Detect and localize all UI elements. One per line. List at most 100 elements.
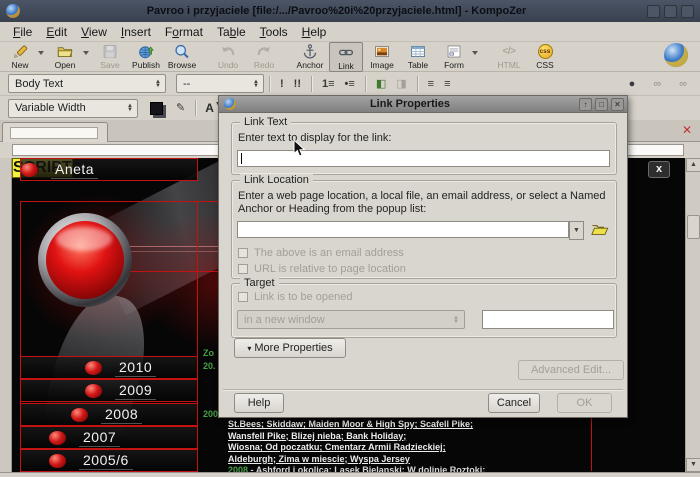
red-bullet-icon [85,361,102,375]
text-color-swatch-icon[interactable] [150,102,163,115]
tab-close-icon[interactable]: ✕ [682,123,692,137]
menu-item[interactable]: Help [295,23,334,41]
scroll-up-icon[interactable]: ▲ [686,158,700,172]
redo-icon [255,43,273,60]
css-button[interactable]: css CSS [528,43,562,70]
maximize-icon[interactable] [664,5,677,18]
year-label: 2010 [115,359,156,377]
align-left-icon[interactable]: ≡ [428,75,434,93]
indent-icon[interactable]: ◨ [396,75,406,93]
menu-item[interactable]: File [6,23,39,41]
form-button[interactable]: Form [437,43,471,70]
strong-emphasis-icon[interactable]: !! [294,75,301,93]
menu-item[interactable]: Format [158,23,210,41]
email-checkbox-label: The above is an email address [254,247,404,259]
green-heading-fragment: 20. [203,361,216,371]
image-button[interactable]: Image [365,43,399,70]
close-icon[interactable] [681,5,694,18]
scrollbar-thumb[interactable] [687,215,700,239]
advanced-edit-button[interactable]: Advanced Edit... [518,360,624,380]
trip-link-last-line[interactable]: 2008 - Ashford i okolica; Lasek Bielansk… [228,465,485,472]
html-source-button[interactable]: </> HTML [492,43,526,70]
new-document-icon [11,43,29,60]
year-menu-row[interactable]: 2007 [20,426,198,449]
highlighter-icon[interactable]: ✎ [176,99,185,117]
trip-link-line[interactable]: St.Bees; Skiddaw; Maiden Moor & High Spy… [228,419,590,431]
red-bullet-icon [71,408,88,422]
checkbox-icon[interactable] [238,292,248,302]
link-location-input[interactable] [237,221,569,238]
year-menu-row[interactable]: 2008 [20,403,198,426]
year-label: 2005/6 [79,452,133,470]
absolute-position-icon[interactable]: ● [629,75,636,93]
emphasis-icon[interactable]: ! [280,75,284,93]
redo-button[interactable]: Redo [247,43,281,70]
dialog-app-icon [224,98,236,110]
dialog-shade-icon[interactable]: ↑ [579,98,592,111]
form-dropdown-arrow-icon[interactable] [472,51,478,55]
select-arrows-icon: ▲▼ [155,80,161,88]
relative-url-checkbox-row[interactable]: URL is relative to page location [238,263,406,275]
main-toolbar: New Open Save Publish Browse [0,42,700,72]
kompozer-window: Pavroo i przyjaciele [file:/.../Pavroo%2… [0,0,700,477]
open-folder-icon [56,43,74,60]
new-button[interactable]: New [3,43,37,70]
publish-button[interactable]: Publish [129,43,163,70]
numbered-list-icon[interactable]: 1≡ [322,75,335,93]
minimize-icon[interactable] [647,5,660,18]
open-link-checkbox-row[interactable]: Link is to be opened [238,291,352,303]
menu-item[interactable]: Insert [114,23,158,41]
vertical-scrollbar[interactable]: ▲ ▼ [685,158,700,472]
broken-image-icon[interactable]: x [648,161,670,178]
bullet-list-icon[interactable]: •≡ [345,75,355,93]
choose-file-button[interactable] [590,220,610,238]
undo-button[interactable]: Undo [211,43,245,70]
target-name-input[interactable] [482,310,614,329]
cancel-button[interactable]: Cancel [488,393,540,413]
dialog-titlebar[interactable]: Link Properties ↑ □ ✕ [219,96,627,113]
link-button[interactable]: Link [329,42,363,72]
link-icon [337,44,355,61]
help-button[interactable]: Help [234,393,284,413]
broken-chain-icon[interactable]: ∞ [679,75,687,93]
year-menu-row[interactable]: 2010 [20,356,198,379]
checkbox-icon[interactable] [238,264,248,274]
trip-link-line[interactable]: Aldeburgh; Zima w miescie; Wyspa Jersey [228,454,590,466]
outdent-icon[interactable]: ◧ [376,75,386,93]
menu-item[interactable]: Edit [39,23,74,41]
year-menu-row[interactable]: 2009 [20,379,198,402]
target-window-select[interactable]: in a new window ▲▼ [237,310,465,329]
ok-button[interactable]: OK [557,393,612,413]
open-dropdown-arrow-icon[interactable] [83,51,89,55]
email-address-checkbox-row[interactable]: The above is an email address [238,247,404,259]
menu-item[interactable]: Tools [253,23,295,41]
checkbox-icon[interactable] [238,248,248,258]
browse-button[interactable]: Browse [165,43,199,70]
red-bullet-icon [49,454,66,468]
align-right-icon[interactable]: ≡ [444,75,450,93]
chain-icon[interactable]: ∞ [653,75,661,93]
more-properties-button[interactable]: ▾ More Properties [234,338,346,358]
year-menu-row[interactable]: Aneta [20,158,198,181]
paragraph-format-select[interactable]: Body Text ▲▼ [8,74,166,93]
browse-icon [173,43,191,60]
font-select[interactable]: Variable Width ▲▼ [8,99,138,118]
window-titlebar: Pavroo i przyjaciele [file:/.../Pavroo%2… [0,0,700,22]
dialog-close-icon[interactable]: ✕ [611,98,624,111]
new-dropdown-arrow-icon[interactable] [38,51,44,55]
year-menu-row[interactable]: 2005/6 [20,449,198,472]
open-button[interactable]: Open [48,43,82,70]
scroll-down-icon[interactable]: ▼ [686,458,700,472]
class-select[interactable]: -- ▲▼ [176,74,264,93]
location-dropdown-arrow-icon[interactable]: ▼ [569,221,584,240]
trip-link-line[interactable]: Wiosna; Od poczatku; Cmentarz Armii Radz… [228,442,590,454]
save-icon [101,43,119,60]
table-button[interactable]: Table [401,43,435,70]
menu-item[interactable]: View [74,23,114,41]
save-button[interactable]: Save [93,43,127,70]
menu-item[interactable]: Table [210,23,253,41]
document-tab[interactable] [2,122,108,142]
anchor-button[interactable]: Anchor [293,43,327,70]
dialog-maximize-icon[interactable]: □ [595,98,608,111]
trip-link-line[interactable]: Wansfell Pike; Blizej nieba; Bank Holida… [228,431,590,443]
